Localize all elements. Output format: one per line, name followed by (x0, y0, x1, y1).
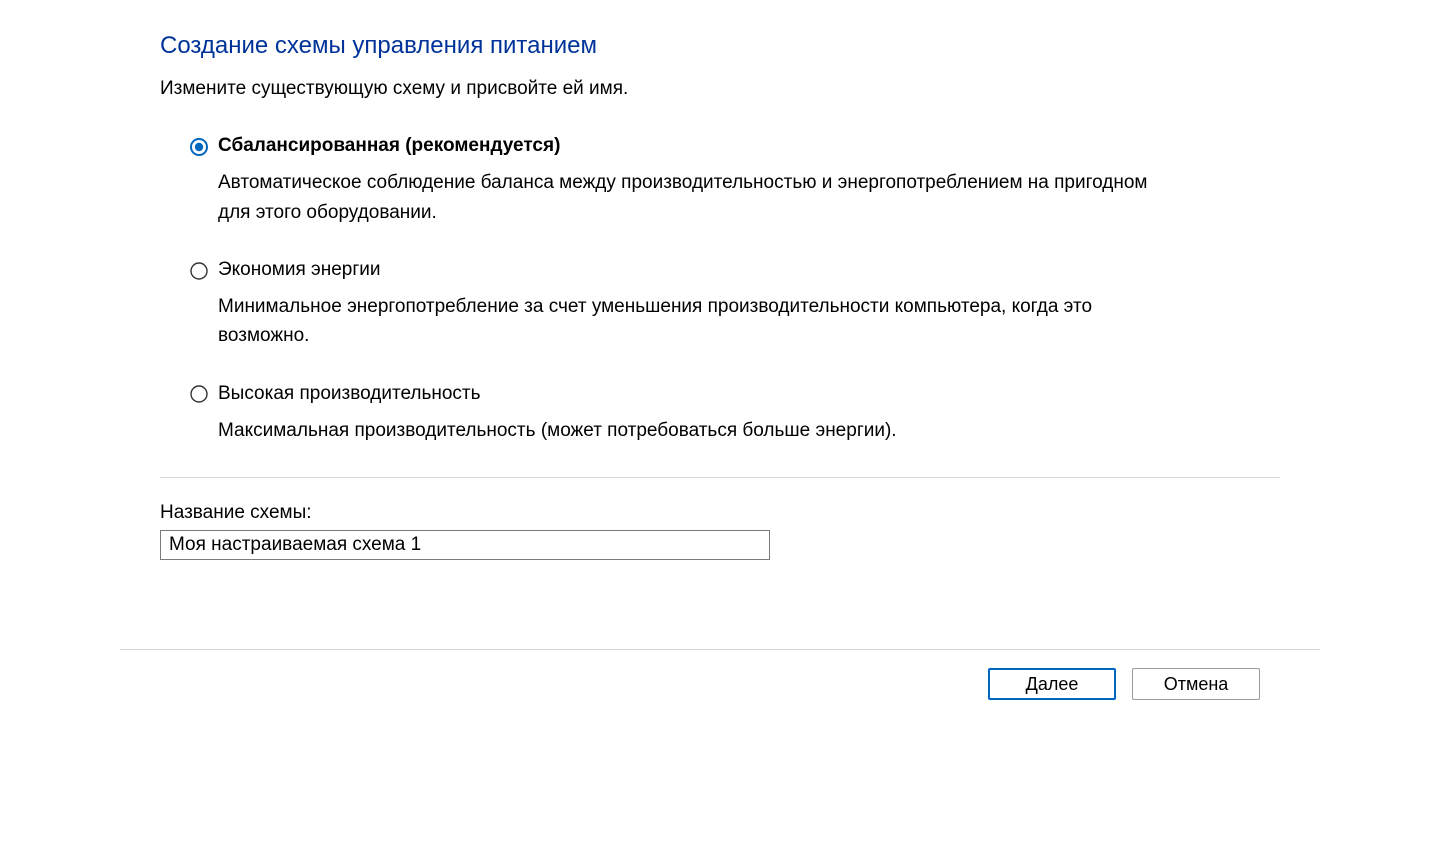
plan-options: Сбалансированная (рекомендуется) Автомат… (190, 135, 1280, 445)
next-button[interactable]: Далее (988, 668, 1116, 700)
instruction-text: Измените существующую схему и присвойте … (160, 77, 1280, 102)
plan-name-label: Название схемы: (160, 502, 1280, 524)
option-power-saver-desc: Минимальное энергопотребление за счет ум… (218, 292, 1148, 351)
cancel-button[interactable]: Отмена (1132, 668, 1260, 700)
option-high-performance-label[interactable]: Высокая производительность (218, 383, 481, 406)
option-high-performance: Высокая производительность Максимальная … (190, 383, 1280, 445)
option-balanced: Сбалансированная (рекомендуется) Автомат… (190, 135, 1280, 227)
option-balanced-desc: Автоматическое соблюдение баланса между … (218, 168, 1148, 227)
radio-balanced[interactable] (190, 138, 208, 156)
option-power-saver: Экономия энергии Минимальное энергопотре… (190, 259, 1280, 351)
option-power-saver-label[interactable]: Экономия энергии (218, 259, 381, 282)
radio-high-performance[interactable] (190, 385, 208, 403)
separator (160, 477, 1280, 478)
page-title: Создание схемы управления питанием (160, 32, 1280, 61)
plan-name-input[interactable] (160, 530, 770, 560)
radio-power-saver[interactable] (190, 262, 208, 280)
option-high-performance-desc: Максимальная производительность (может п… (218, 416, 1148, 445)
button-row: Далее Отмена (120, 668, 1320, 700)
footer-separator (120, 649, 1320, 650)
option-balanced-label[interactable]: Сбалансированная (рекомендуется) (218, 135, 560, 158)
